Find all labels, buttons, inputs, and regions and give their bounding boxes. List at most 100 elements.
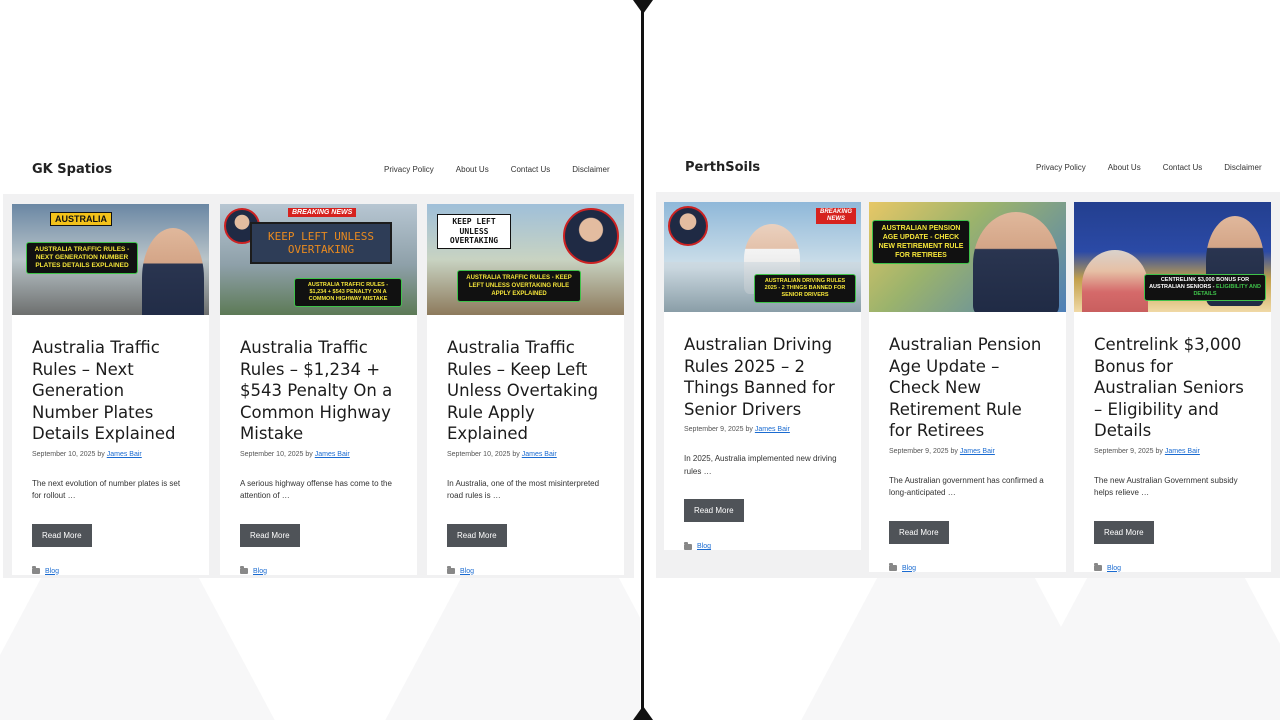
read-more-button[interactable]: Read More bbox=[889, 520, 949, 544]
read-more-button[interactable]: Read More bbox=[240, 523, 300, 547]
post-card: AUSTRALIA AUSTRALIA TRAFFIC RULES - NEXT… bbox=[12, 204, 209, 575]
split-divider bbox=[641, 0, 644, 720]
read-more-button[interactable]: Read More bbox=[447, 523, 507, 547]
image-sign: AUSTRALIA bbox=[50, 212, 112, 226]
post-date: September 9, 2025 bbox=[684, 426, 744, 433]
post-excerpt: The new Australian Government subsidy he… bbox=[1094, 475, 1238, 498]
post-date: September 9, 2025 bbox=[889, 447, 949, 455]
nav-contact-us[interactable]: Contact Us bbox=[511, 165, 551, 174]
nav-contact-us[interactable]: Contact Us bbox=[1163, 163, 1203, 172]
post-title[interactable]: Centrelink $3,000 Bonus for Australian S… bbox=[1094, 334, 1251, 442]
image-banner: AUSTRALIAN DRIVING RULES 2025 - 2 THINGS… bbox=[754, 274, 856, 303]
nav-privacy-policy[interactable]: Privacy Policy bbox=[384, 165, 434, 174]
post-title[interactable]: Australian Driving Rules 2025 – 2 Things… bbox=[684, 334, 841, 420]
folder-icon bbox=[32, 566, 40, 574]
post-excerpt: The next evolution of number plates is s… bbox=[32, 478, 181, 501]
post-thumbnail[interactable]: KEEP LEFT UNLESS OVERTAKING AUSTRALIA TR… bbox=[427, 204, 624, 315]
folder-icon bbox=[889, 563, 897, 571]
post-thumbnail[interactable]: CENTRELINK $3,000 BONUS FOR AUSTRALIAN S… bbox=[1074, 202, 1271, 312]
post-meta: September 10, 2025 by James Bair bbox=[447, 451, 604, 458]
post-meta: September 9, 2025 by James Bair bbox=[889, 448, 1046, 455]
category-link[interactable]: Blog bbox=[460, 568, 474, 575]
read-more-button[interactable]: Read More bbox=[684, 499, 744, 522]
folder-icon bbox=[684, 541, 692, 550]
posts-container: AUSTRALIA AUSTRALIA TRAFFIC RULES - NEXT… bbox=[3, 194, 634, 578]
image-banner: AUSTRALIAN PENSION AGE UPDATE - CHECK NE… bbox=[872, 220, 970, 264]
meta-by: by bbox=[512, 450, 520, 458]
author-link[interactable]: James Bair bbox=[315, 451, 350, 458]
post-title[interactable]: Australia Traffic Rules – $1,234 + $543 … bbox=[240, 337, 397, 445]
author-link[interactable]: James Bair bbox=[107, 451, 142, 458]
site-title[interactable]: GK Spatios bbox=[32, 162, 112, 177]
author-link[interactable]: James Bair bbox=[755, 426, 790, 433]
post-excerpt: In Australia, one of the most misinterpr… bbox=[447, 478, 600, 501]
posts-container: BREAKING NEWS AUSTRALIAN DRIVING RULES 2… bbox=[656, 192, 1280, 578]
category-link[interactable]: Blog bbox=[902, 565, 916, 572]
portrait-image bbox=[563, 208, 619, 264]
post-thumbnail[interactable]: BREAKING NEWS KEEP LEFT UNLESS OVERTAKIN… bbox=[220, 204, 417, 315]
post-meta: September 10, 2025 by James Bair bbox=[240, 451, 397, 458]
person-image bbox=[973, 212, 1059, 312]
nav-about-us[interactable]: About Us bbox=[456, 165, 489, 174]
post-title[interactable]: Australia Traffic Rules – Next Generatio… bbox=[32, 337, 189, 445]
post-category: Blog bbox=[32, 566, 189, 575]
post-thumbnail[interactable]: AUSTRALIAN PENSION AGE UPDATE - CHECK NE… bbox=[869, 202, 1066, 312]
post-category: Blog bbox=[1094, 563, 1251, 572]
author-link[interactable]: James Bair bbox=[522, 451, 557, 458]
meta-by: by bbox=[97, 450, 105, 458]
nav-privacy-policy[interactable]: Privacy Policy bbox=[1036, 163, 1086, 172]
post-excerpt: The Australian government has confirmed … bbox=[889, 475, 1044, 498]
post-category: Blog bbox=[684, 541, 841, 550]
post-card: CENTRELINK $3,000 BONUS FOR AUSTRALIAN S… bbox=[1074, 202, 1271, 572]
nav-disclaimer[interactable]: Disclaimer bbox=[572, 165, 609, 174]
meta-by: by bbox=[950, 447, 958, 455]
post-category: Blog bbox=[240, 566, 397, 575]
category-link[interactable]: Blog bbox=[253, 568, 267, 575]
post-date: September 10, 2025 bbox=[240, 450, 304, 458]
post-date: September 10, 2025 bbox=[32, 450, 96, 458]
image-banner: AUSTRALIA TRAFFIC RULES - NEXT GENERATIO… bbox=[26, 242, 138, 274]
post-card: BREAKING NEWS KEEP LEFT UNLESS OVERTAKIN… bbox=[220, 204, 417, 575]
post-thumbnail[interactable]: AUSTRALIA AUSTRALIA TRAFFIC RULES - NEXT… bbox=[12, 204, 209, 315]
folder-icon bbox=[240, 566, 248, 574]
right-site-panel: PerthSoils Privacy Policy About Us Conta… bbox=[646, 0, 1280, 720]
person-image bbox=[1082, 250, 1148, 312]
read-more-button[interactable]: Read More bbox=[1094, 520, 1154, 544]
breaking-news-badge: BREAKING NEWS bbox=[816, 208, 856, 224]
image-sign: KEEP LEFT UNLESS OVERTAKING bbox=[250, 222, 392, 264]
post-category: Blog bbox=[889, 563, 1046, 572]
image-sign: KEEP LEFT UNLESS OVERTAKING bbox=[437, 214, 511, 249]
post-excerpt: A serious highway offense has come to th… bbox=[240, 478, 392, 501]
nav-disclaimer[interactable]: Disclaimer bbox=[1224, 163, 1261, 172]
site-title[interactable]: PerthSoils bbox=[685, 160, 760, 175]
post-meta: September 10, 2025 by James Bair bbox=[32, 451, 189, 458]
divider-arrow-bottom-icon bbox=[633, 706, 653, 720]
nav-about-us[interactable]: About Us bbox=[1108, 163, 1141, 172]
meta-by: by bbox=[1155, 447, 1163, 455]
author-link[interactable]: James Bair bbox=[1165, 448, 1200, 455]
category-link[interactable]: Blog bbox=[1107, 565, 1121, 572]
post-excerpt: In 2025, Australia implemented new drivi… bbox=[684, 454, 837, 476]
read-more-button[interactable]: Read More bbox=[32, 523, 92, 547]
meta-by: by bbox=[305, 450, 313, 458]
post-card: KEEP LEFT UNLESS OVERTAKING AUSTRALIA TR… bbox=[427, 204, 624, 575]
breaking-news-badge: BREAKING NEWS bbox=[288, 208, 357, 217]
author-link[interactable]: James Bair bbox=[960, 448, 995, 455]
post-title[interactable]: Australian Pension Age Update – Check Ne… bbox=[889, 334, 1046, 442]
post-title[interactable]: Australia Traffic Rules – Keep Left Unle… bbox=[447, 337, 604, 445]
meta-by: by bbox=[745, 426, 753, 433]
post-date: September 9, 2025 bbox=[1094, 447, 1154, 455]
post-meta: September 9, 2025 by James Bair bbox=[684, 426, 841, 433]
post-card: AUSTRALIAN PENSION AGE UPDATE - CHECK NE… bbox=[869, 202, 1066, 572]
post-card: BREAKING NEWS AUSTRALIAN DRIVING RULES 2… bbox=[664, 202, 861, 550]
image-banner: AUSTRALIA TRAFFIC RULES - $1,234 + $543 … bbox=[294, 278, 402, 307]
post-thumbnail[interactable]: BREAKING NEWS AUSTRALIAN DRIVING RULES 2… bbox=[664, 202, 861, 312]
main-nav: Privacy Policy About Us Contact Us Discl… bbox=[1036, 163, 1262, 172]
category-link[interactable]: Blog bbox=[45, 568, 59, 575]
portrait-image bbox=[668, 206, 708, 246]
divider-arrow-top-icon bbox=[633, 0, 653, 14]
post-category: Blog bbox=[447, 566, 604, 575]
image-banner: CENTRELINK $3,000 BONUS FOR AUSTRALIAN S… bbox=[1144, 274, 1266, 301]
category-link[interactable]: Blog bbox=[697, 543, 711, 550]
post-date: September 10, 2025 bbox=[447, 450, 511, 458]
